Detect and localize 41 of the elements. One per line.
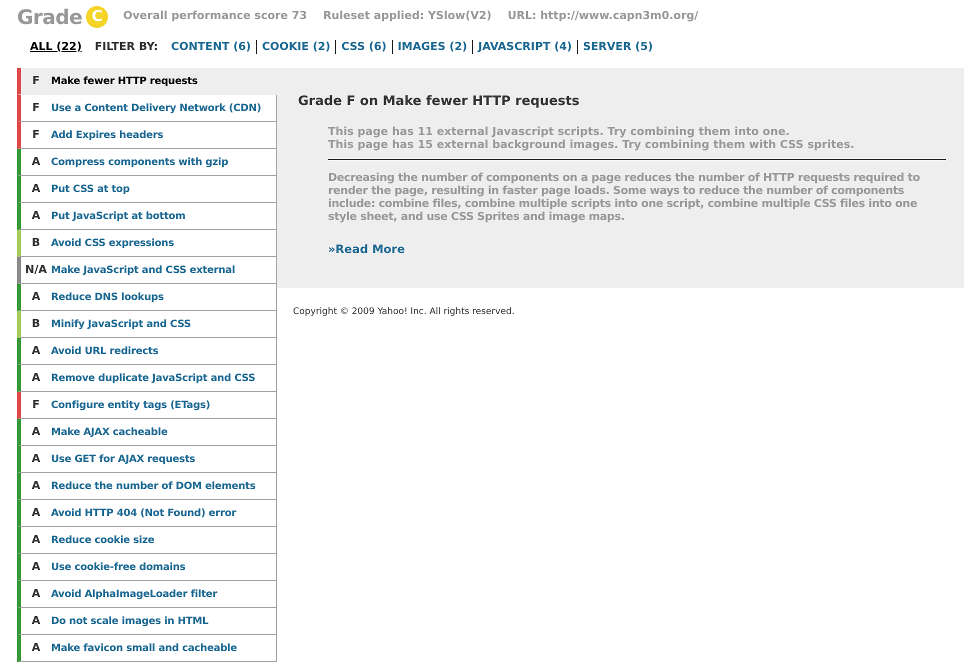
filter-tab[interactable]: COOKIE (2) (262, 38, 330, 56)
rule-row[interactable]: A Do not scale images in HTML (17, 608, 277, 635)
rule-row[interactable]: A Compress components with gzip (17, 149, 277, 176)
rule-row[interactable]: F Use a Content Delivery Network (CDN) (17, 95, 277, 122)
rule-row[interactable]: B Minify JavaScript and CSS (17, 311, 277, 338)
rule-row[interactable]: A Use cookie-free domains (17, 554, 277, 581)
rule-row[interactable]: A Avoid AlphaImageLoader filter (17, 581, 277, 608)
rule-row[interactable]: B Avoid CSS expressions (17, 230, 277, 257)
rule-row[interactable]: A Reduce cookie size (17, 527, 277, 554)
finding-text: This page has 11 external Javascript scripts. Try combining them into one. (328, 124, 791, 138)
rule-row[interactable]: F Make fewer HTTP requests (17, 68, 277, 95)
rule-row[interactable]: A Remove duplicate JavaScript and CSS (17, 365, 277, 392)
grade-label: Grade (17, 4, 82, 30)
rule-row[interactable]: N/A Make JavaScript and CSS external (17, 257, 277, 284)
detail-title: Grade F on Make fewer HTTP requests (298, 93, 580, 111)
finding-text: This page has 15 external background images. Try combining them with CSS sprites. (328, 138, 856, 150)
rule-row[interactable]: F Configure entity tags (ETags) (17, 392, 277, 419)
rule-row[interactable]: F Add Expires headers (17, 122, 277, 149)
description-text: Decreasing the number of components on a page reduces the number of HTTP requests required to render the page, resulting in faster page loads. Some ways to reduce the number of components include: combine files, combine multiple scripts into one script, combine multiple CSS files into one style sheet, and use CSS Sprites and image maps. (328, 170, 921, 222)
filter-tab[interactable]: ALL (22) (30, 38, 82, 56)
rule-row[interactable]: A Avoid URL redirects (17, 338, 277, 365)
filter-tab[interactable]: IMAGES (2) (398, 38, 468, 56)
filter-tab[interactable]: SERVER (5) (582, 38, 653, 56)
rule-row[interactable]: A Make AJAX cacheable (17, 419, 277, 446)
rule-row[interactable]: A Reduce DNS lookups (17, 284, 277, 311)
filter-tab[interactable]: CONTENT (6) (171, 38, 251, 56)
rule-row[interactable]: A Put JavaScript at bottom (17, 203, 277, 230)
url-label: URL: http://www.capn3m0.org/ (508, 8, 698, 24)
grade-badge: C (86, 6, 108, 28)
rule-row[interactable]: A Put CSS at top (17, 176, 277, 203)
performance-score: Overall performance score 73 (123, 8, 308, 24)
filter-tab[interactable]: JAVASCRIPT (4) (478, 38, 572, 56)
read-more-link[interactable]: »Read More (328, 240, 405, 258)
rule-row[interactable]: A Use GET for AJAX requests (17, 446, 277, 473)
rule-row[interactable]: A Reduce the number of DOM elements (17, 473, 277, 500)
ruleset-label: Ruleset applied: YSlow(V2) (323, 8, 492, 24)
rule-row[interactable]: A Make favicon small and cacheable (17, 635, 277, 662)
filter-caption: FILTER BY: (94, 38, 158, 55)
rule-row[interactable]: A Avoid HTTP 404 (Not Found) error (17, 500, 277, 527)
filter-tab[interactable]: CSS (6) (341, 38, 387, 56)
copyright-text: Copyright © 2009 Yahoo! Inc. All rights reserved. (293, 307, 515, 317)
